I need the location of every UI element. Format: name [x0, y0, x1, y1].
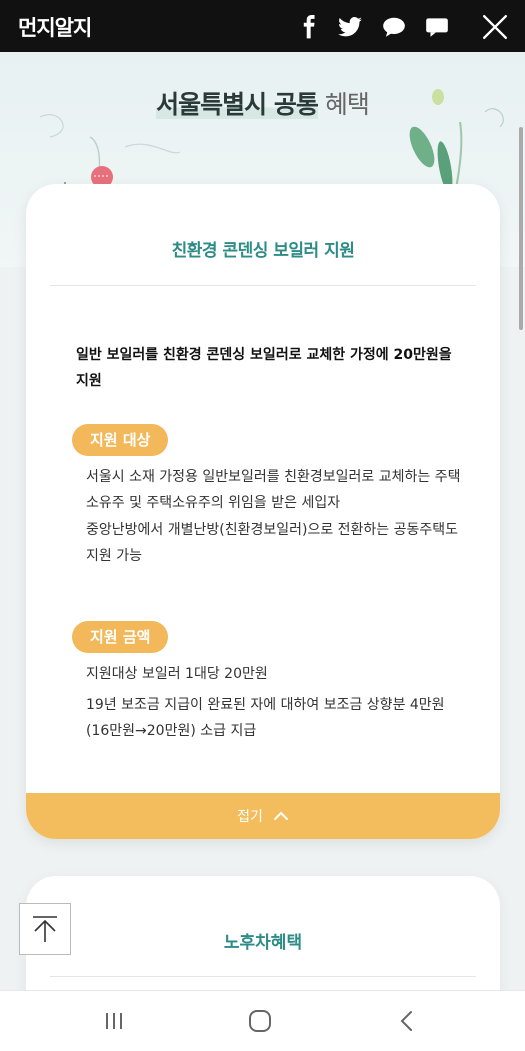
app-logo[interactable]: 먼지알지 — [18, 12, 92, 42]
card2-title: 노후차혜택 — [223, 933, 303, 953]
chat-icon[interactable] — [424, 14, 450, 40]
section-label-amount: 지원 금액 — [72, 621, 169, 653]
benefit-card: 친환경 콘덴싱 보일러 지원 일반 보일러를 친환경 콘덴싱 보일러로 교체한 … — [26, 184, 500, 839]
home-icon[interactable] — [247, 1008, 273, 1034]
kakaostory-icon[interactable] — [381, 14, 407, 40]
arrow-up-icon — [33, 916, 57, 942]
close-icon[interactable] — [482, 14, 508, 40]
eligibility-text-1: 서울시 소재 가정용 일반보일러를 친환경보일러로 교체하는 주택소유주 및 주… — [86, 469, 461, 511]
eligibility-text-2: 중앙난방에서 개별난방(친환경보일러)으로 전환하는 공동주택도 지원 가능 — [86, 522, 459, 564]
twitter-icon[interactable] — [336, 14, 364, 40]
collapse-label: 접기 — [237, 809, 263, 825]
collapse-button[interactable]: 접기 — [26, 793, 500, 839]
facebook-icon[interactable] — [296, 14, 322, 40]
page-title-strong: 서울특별시 공통 — [156, 90, 319, 119]
section-label-eligibility: 지원 대상 — [72, 424, 169, 456]
card-divider — [50, 285, 476, 286]
page-scrollbar[interactable] — [519, 127, 523, 330]
top-bar: 먼지알지 — [0, 0, 525, 52]
chevron-up-icon — [273, 811, 288, 820]
system-nav-bar — [0, 990, 525, 1051]
amount-text-1: 지원대상 보일러 1대당 20만원 — [86, 666, 268, 682]
page-title-light: 혜택 — [324, 90, 370, 119]
recent-apps-icon[interactable] — [101, 1008, 127, 1034]
back-icon[interactable] — [394, 1008, 420, 1034]
scroll-to-top-button[interactable] — [19, 903, 71, 955]
card-title: 친환경 콘덴싱 보일러 지원 — [171, 241, 355, 261]
card2-divider — [50, 976, 476, 977]
benefit-summary: 일반 보일러를 친환경 콘덴싱 보일러로 교체한 가정에 20만원을 지원 — [76, 347, 452, 389]
amount-text-2: 19년 보조금 지급이 완료된 자에 대하여 보조금 상향분 4만원(16만원→… — [86, 697, 445, 739]
